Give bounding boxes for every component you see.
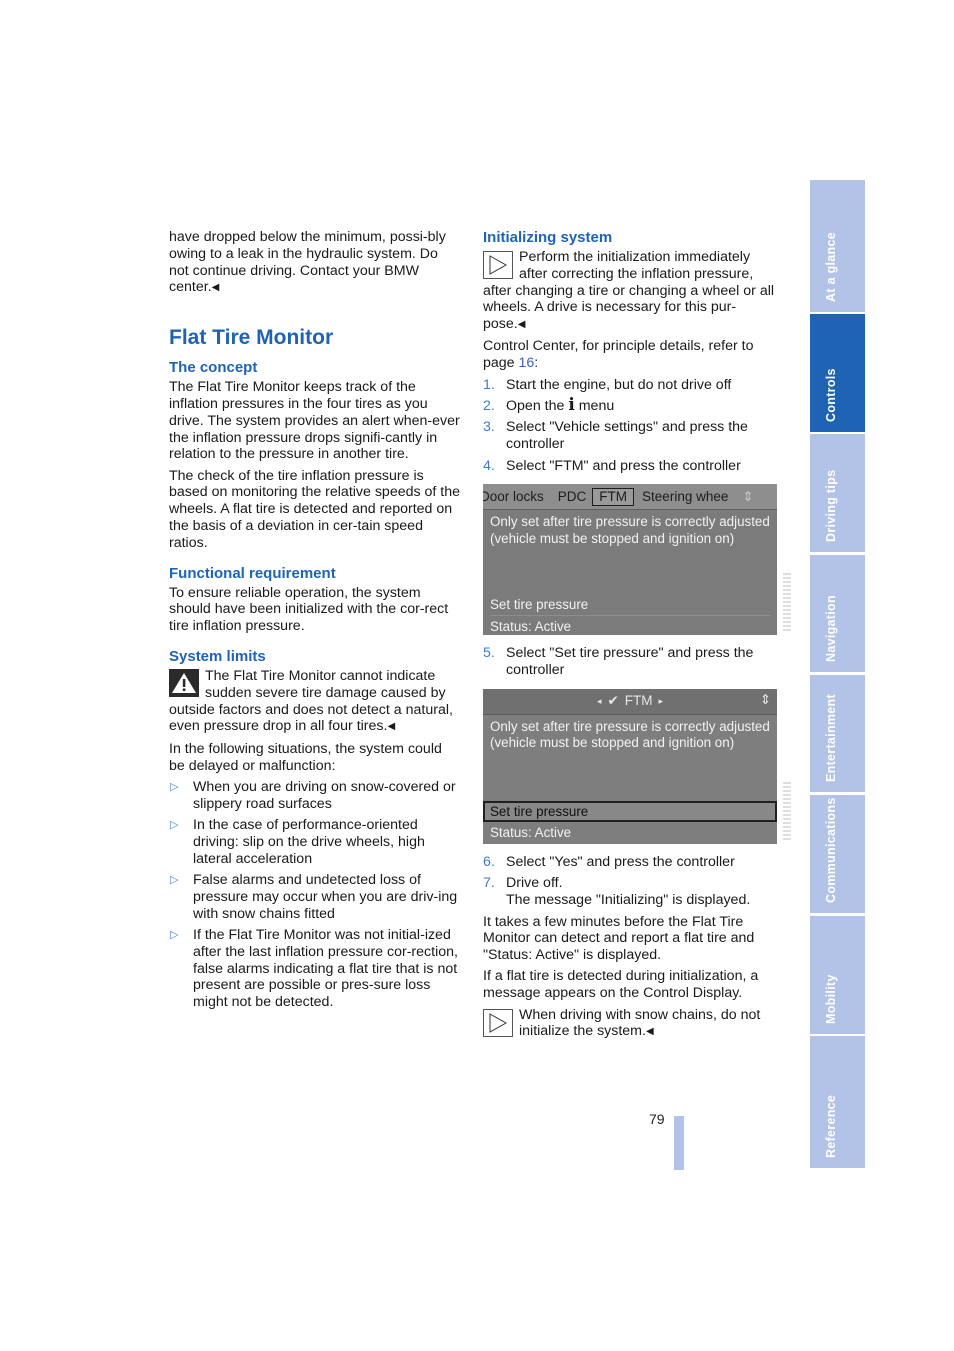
chapter-tab-at-a-glance[interactable]: At a glance xyxy=(810,180,865,312)
step-item: 2. Open the i menu xyxy=(483,394,615,415)
screen-tab: PDC xyxy=(557,488,587,504)
end-mark-icon: ◀ xyxy=(387,721,396,733)
section-heading-initializing: Initializing system xyxy=(483,229,613,246)
note-snow-chains: When driving with snow chains, do not in… xyxy=(483,1007,778,1042)
warning-note: The Flat Tire Monitor cannot indicate su… xyxy=(169,668,453,735)
arrow-right-icon: ▸ xyxy=(658,696,664,707)
chapter-tab-communications[interactable]: Communications xyxy=(810,795,865,913)
screen-status: Status: Active xyxy=(490,824,572,840)
section-heading-functional-requirement: Functional requirement xyxy=(169,564,336,582)
screen-tab-bar: Door locks PDC FTM Steering whee ⇕ xyxy=(483,484,777,511)
scroll-indicator-icon: ⇕ xyxy=(759,691,771,707)
screen-menu-item-selected: Set tire pressure xyxy=(483,800,777,822)
image-code-mark xyxy=(783,781,791,840)
step-item: 3. Select "Vehicle settings" and press th… xyxy=(483,419,748,453)
screen-menu-item: Set tire pressure xyxy=(490,597,589,613)
screen-message: Only set after tire pressure is correctl… xyxy=(490,718,770,751)
list-item: ▷ If the Flat Tire Monitor was not initia… xyxy=(170,926,458,1011)
screen-message: Only set after tire pressure is correctl… xyxy=(490,514,770,546)
arrow-left-icon: ◂ xyxy=(596,696,602,707)
bullet-triangle-icon: ▷ xyxy=(170,874,179,886)
note-arrow-icon xyxy=(483,1008,513,1037)
page-number: 79 xyxy=(649,1111,665,1127)
warning-triangle-icon xyxy=(169,669,199,698)
bullet-triangle-icon: ▷ xyxy=(170,928,179,941)
control-center-reference: Control Center, for principle details, r… xyxy=(483,338,754,372)
steps-list-a: 1. Start the engine, but do not drive off… xyxy=(483,377,778,475)
step-item: 7. Drive off. The message "Initializing" i… xyxy=(483,875,751,909)
end-mark-icon: ◀ xyxy=(517,319,526,331)
intro-paragraph: have dropped below the minimum, possi-bl… xyxy=(169,229,446,296)
limits-intro: In the following situations, the system … xyxy=(169,740,442,774)
left-column: have dropped below the minimum, possi-bl… xyxy=(169,229,461,1016)
image-code-mark xyxy=(783,573,791,632)
steps-list-b: 6. Select "Yes" and press the controller … xyxy=(483,854,778,909)
screen-status: Status: Active xyxy=(490,615,771,637)
step-item: 4. Select "FTM" and press the controller xyxy=(483,457,741,474)
functional-paragraph: To ensure reliable operation, the system… xyxy=(169,584,449,635)
check-car-icon: ✔ xyxy=(607,693,619,709)
concept-paragraph-2: The check of the tire inflation pressure… xyxy=(169,467,461,551)
screen-tab-selected: FTM xyxy=(592,487,635,507)
concept-paragraph-1: The Flat Tire Monitor keeps track of the… xyxy=(169,379,460,463)
chapter-tab-entertainment[interactable]: Entertainment xyxy=(810,675,865,792)
bullet-triangle-icon: ▷ xyxy=(170,780,179,793)
note-arrow-icon xyxy=(483,251,513,279)
note-initialization: Perform the initialization immediately a… xyxy=(483,249,775,333)
list-item: ▷ In the case of performance-oriented dri… xyxy=(170,817,425,867)
end-mark-icon: ◀ xyxy=(211,282,220,294)
right-column: Initializing system Perform the initiali… xyxy=(483,229,791,1046)
paragraph-flat-detected: If a flat tire is detected during initia… xyxy=(483,968,759,1002)
end-mark-icon: ◀ xyxy=(645,1026,654,1038)
limits-list: ▷ When you are driving on snow-covered or… xyxy=(169,779,461,1011)
paragraph-minutes: It takes a few minutes before the Flat T… xyxy=(483,913,755,964)
section-heading-concept: The concept xyxy=(169,359,258,377)
chapter-tab-reference[interactable]: Reference xyxy=(810,1036,865,1168)
steps-list-5: 5. Select "Set tire pressure" and press t… xyxy=(483,645,778,679)
step-item: 1. Start the engine, but do not drive off xyxy=(483,376,732,393)
section-heading-system-limits: System limits xyxy=(169,648,266,666)
control-display-screenshot-2: ◂ ✔ FTM ▸ ⇕ Only set after tire pressure… xyxy=(483,688,791,844)
list-item: ▷ When you are driving on snow-covered or… xyxy=(170,778,456,812)
step-item: 6. Select "Yes" and press the controller xyxy=(483,853,735,870)
control-display-screenshot-1: Door locks PDC FTM Steering whee ⇕ Only … xyxy=(483,484,791,637)
chapter-tab-driving-tips[interactable]: Driving tips xyxy=(810,434,865,552)
list-item: ▷ False alarms and undetected loss of pre… xyxy=(170,872,458,922)
page-marker-bar xyxy=(674,1116,684,1170)
screen-header: ◂ ✔ FTM ▸ ⇕ xyxy=(483,688,777,715)
scroll-indicator-icon: ⇕ xyxy=(742,488,754,504)
chapter-tab-controls[interactable]: Controls xyxy=(810,314,865,432)
screen-tab: Door locks xyxy=(483,488,544,504)
bullet-triangle-icon: ▷ xyxy=(170,819,179,832)
page-link[interactable]: 16 xyxy=(519,355,535,371)
step-item: 5. Select "Set tire pressure" and press t… xyxy=(483,645,754,679)
chapter-tab-mobility[interactable]: Mobility xyxy=(810,916,865,1034)
chapter-tab-navigation[interactable]: Navigation xyxy=(810,555,865,672)
screen-tab: Steering whee xyxy=(642,488,729,504)
page-title: Flat Tire Monitor xyxy=(169,326,334,350)
